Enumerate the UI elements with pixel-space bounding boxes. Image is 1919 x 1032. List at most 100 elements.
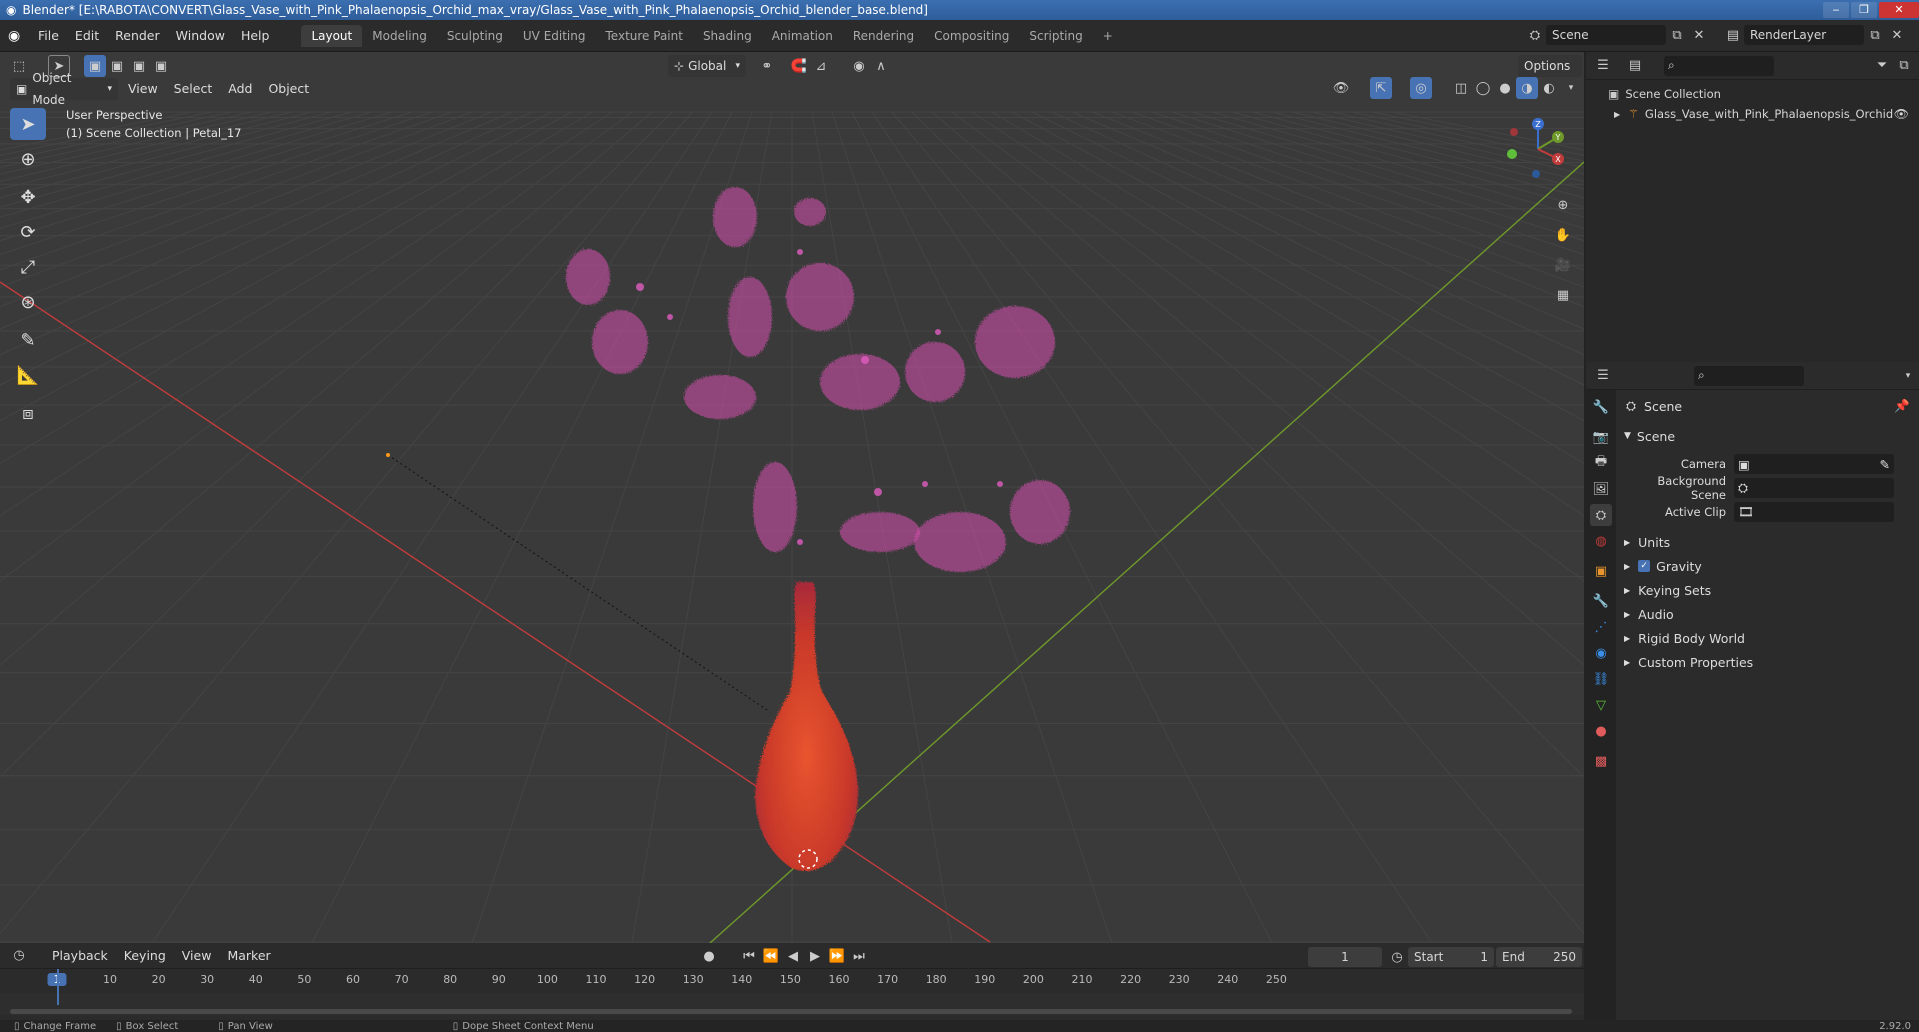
view-layer-tab-icon[interactable]: 🖼 bbox=[1590, 478, 1612, 500]
chevron-down-icon[interactable]: ▾ bbox=[1897, 365, 1919, 387]
eyedropper-icon[interactable]: ✎ bbox=[1880, 457, 1890, 472]
properties-editor-icon[interactable]: ☰ bbox=[1592, 365, 1614, 387]
new-scene-icon[interactable]: ⧉ bbox=[1666, 24, 1688, 46]
object-tab-icon[interactable]: ▣ bbox=[1590, 560, 1612, 582]
pivot-icon[interactable]: ⚭ bbox=[756, 55, 778, 77]
jump-keyframe-forward-icon[interactable]: ⏩ bbox=[826, 945, 848, 967]
texture-tab-icon[interactable]: ▩ bbox=[1590, 750, 1612, 772]
tab-uv-editing[interactable]: UV Editing bbox=[513, 25, 596, 47]
subpanel-custom-properties[interactable]: ▶ Custom Properties bbox=[1622, 650, 1916, 674]
editor-type-icon[interactable]: ⬚ bbox=[8, 55, 30, 77]
proportional-edit-icon[interactable]: ◉ bbox=[848, 55, 870, 77]
active-clip-field[interactable]: 🎞 bbox=[1734, 502, 1894, 522]
timeline-track[interactable] bbox=[0, 969, 1584, 1015]
timeline-scrollbar[interactable] bbox=[10, 1009, 1572, 1014]
constraints-tab-icon[interactable]: ⛓ bbox=[1590, 668, 1612, 690]
gizmo-y-label[interactable]: Y bbox=[1555, 133, 1561, 142]
xray-icon[interactable]: ◫ bbox=[1450, 77, 1472, 99]
cursor-tool-icon[interactable]: ⊕ bbox=[10, 143, 46, 175]
zoom-icon[interactable]: ⊕ bbox=[1552, 194, 1574, 216]
delete-scene-icon[interactable]: ✕ bbox=[1688, 24, 1710, 46]
transform-tool-icon[interactable]: ⊛ bbox=[10, 286, 46, 318]
outliner-search-input[interactable]: ⌕ bbox=[1664, 55, 1774, 76]
play-reverse-icon[interactable]: ◀ bbox=[782, 945, 804, 967]
jump-keyframe-back-icon[interactable]: ⏪ bbox=[760, 945, 782, 967]
view-layer-icon[interactable]: ▤ bbox=[1722, 24, 1744, 46]
gravity-checkbox[interactable]: ✓ bbox=[1638, 560, 1651, 572]
maximize-button[interactable]: ❐ bbox=[1851, 2, 1877, 18]
scene-panel-header[interactable]: ▼ Scene bbox=[1622, 424, 1916, 448]
rotate-tool-icon[interactable]: ⟳ bbox=[10, 216, 46, 248]
minimize-button[interactable]: ‒ bbox=[1823, 2, 1849, 18]
subpanel-audio[interactable]: ▶ Audio bbox=[1622, 602, 1916, 626]
outliner-root-label[interactable]: Scene Collection bbox=[1625, 87, 1721, 101]
navigation-gizmo[interactable]: Z Y X bbox=[1498, 114, 1578, 184]
visibility-icon[interactable]: 👁 bbox=[1330, 77, 1352, 99]
camera-field[interactable]: ▣ ✎ bbox=[1734, 454, 1894, 474]
play-icon[interactable]: ▶ bbox=[804, 945, 826, 967]
render-tab-icon[interactable]: 📷 bbox=[1590, 426, 1612, 448]
pan-hand-icon[interactable]: ✋ bbox=[1552, 224, 1574, 246]
scene-selector-icon[interactable]: ⛭ bbox=[1524, 24, 1546, 46]
tab-shading[interactable]: Shading bbox=[693, 25, 762, 47]
blender-menu-icon[interactable]: ◉ bbox=[8, 28, 30, 44]
expand-arrow-icon[interactable]: ▶ bbox=[1614, 110, 1620, 119]
timeline-menu-playback[interactable]: Playback bbox=[44, 945, 116, 967]
scene-field[interactable]: Scene bbox=[1546, 25, 1666, 45]
filter-icon[interactable]: ⏷ bbox=[1871, 55, 1893, 77]
tab-modeling[interactable]: Modeling bbox=[362, 25, 437, 47]
move-tool-icon[interactable]: ✥ bbox=[10, 181, 46, 213]
render-layer-field[interactable]: RenderLayer bbox=[1744, 25, 1864, 45]
viewport-menu-add[interactable]: Add bbox=[220, 78, 260, 100]
options-dropdown[interactable]: Options ▾ bbox=[1518, 55, 1582, 95]
new-layer-icon[interactable]: ⧉ bbox=[1864, 24, 1886, 46]
material-tab-icon[interactable]: ● bbox=[1590, 720, 1612, 742]
pin-icon[interactable]: 📌 bbox=[1894, 398, 1910, 414]
new-collection-icon[interactable]: ⧉ bbox=[1893, 55, 1915, 77]
end-frame-field[interactable]: End 250 bbox=[1496, 947, 1582, 967]
world-tab-icon[interactable]: ◍ bbox=[1590, 530, 1612, 552]
preview-range-icon[interactable]: ◷ bbox=[1386, 946, 1408, 968]
timeline-ruler[interactable]: 1102030405060708090100110120130140150160… bbox=[0, 969, 1584, 991]
timeline-editor-icon[interactable]: ◷ bbox=[8, 945, 30, 967]
timeline-menu-marker[interactable]: Marker bbox=[219, 945, 278, 967]
camera-view-icon[interactable]: 🎥 bbox=[1552, 254, 1574, 276]
snap-target-icon[interactable]: ⊿ bbox=[810, 55, 832, 77]
viewport-menu-select[interactable]: Select bbox=[166, 78, 221, 100]
particles-tab-icon[interactable]: ⋰ bbox=[1590, 616, 1612, 638]
measure-tool-icon[interactable]: 📐 bbox=[10, 359, 46, 391]
properties-search-input[interactable]: ⌕ bbox=[1694, 365, 1804, 386]
viewport-menu-view[interactable]: View bbox=[120, 78, 166, 100]
subpanel-units[interactable]: ▶ Units bbox=[1622, 530, 1916, 554]
tab-rendering[interactable]: Rendering bbox=[843, 25, 924, 47]
subpanel-gravity[interactable]: ▶ ✓ Gravity bbox=[1622, 554, 1916, 578]
tab-compositing[interactable]: Compositing bbox=[924, 25, 1019, 47]
shading-options-icon[interactable]: ▾ bbox=[1560, 77, 1582, 99]
select-mode-subtract-icon[interactable]: ▣ bbox=[128, 55, 150, 77]
gizmo-z-label[interactable]: Z bbox=[1535, 120, 1541, 129]
tab-scripting[interactable]: Scripting bbox=[1019, 25, 1092, 47]
eye-visibility-icon[interactable]: 👁 bbox=[1894, 107, 1909, 121]
material-shading-icon[interactable]: ◑ bbox=[1516, 77, 1538, 99]
data-tab-icon[interactable]: ▽ bbox=[1590, 694, 1612, 716]
solid-shading-icon[interactable]: ● bbox=[1494, 77, 1516, 99]
rendered-shading-icon[interactable]: ◐ bbox=[1538, 77, 1560, 99]
menu-edit[interactable]: Edit bbox=[67, 25, 107, 47]
viewport-menu-object[interactable]: Object bbox=[260, 78, 317, 100]
mode-dropdown[interactable]: ▣ Object Mode ▾ bbox=[10, 71, 118, 107]
gizmo-toggle-icon[interactable]: ⇱ bbox=[1370, 77, 1392, 99]
transform-orientation-dropdown[interactable]: ⊹ Global ▾ bbox=[668, 55, 746, 77]
display-mode-icon[interactable]: ▤ bbox=[1624, 55, 1646, 77]
menu-render[interactable]: Render bbox=[107, 25, 168, 47]
select-mode-extend-icon[interactable]: ▣ bbox=[106, 55, 128, 77]
tab-sculpting[interactable]: Sculpting bbox=[437, 25, 513, 47]
scale-tool-icon[interactable]: ⤢ bbox=[10, 251, 46, 283]
outliner-editor-icon[interactable]: ☰ bbox=[1592, 55, 1614, 77]
ortho-grid-icon[interactable]: ▦ bbox=[1552, 284, 1574, 306]
physics-tab-icon[interactable]: ◉ bbox=[1590, 642, 1612, 664]
menu-window[interactable]: Window bbox=[168, 25, 233, 47]
gizmo-x-label[interactable]: X bbox=[1555, 155, 1561, 164]
jump-start-icon[interactable]: ⏮ bbox=[738, 945, 760, 967]
subpanel-rigid-body-world[interactable]: ▶ Rigid Body World bbox=[1622, 626, 1916, 650]
wireframe-shading-icon[interactable]: ◯ bbox=[1472, 77, 1494, 99]
